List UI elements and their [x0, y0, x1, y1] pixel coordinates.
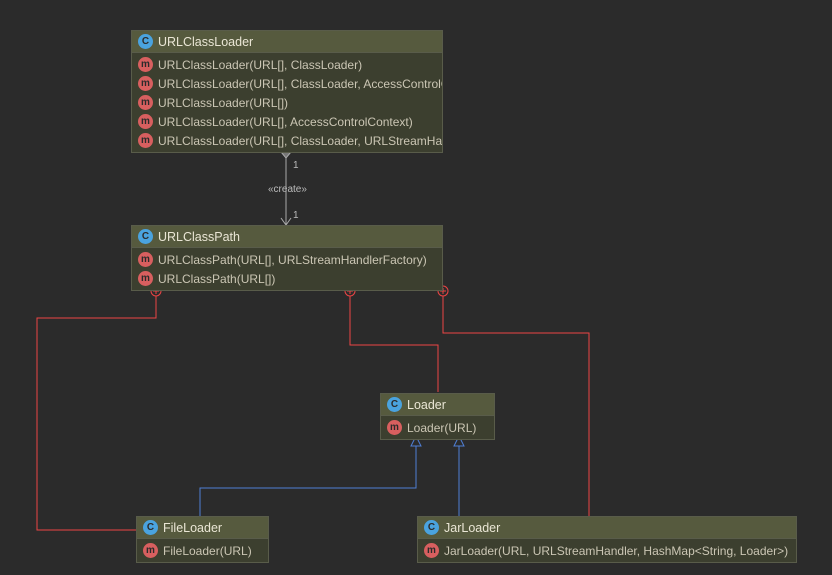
class-header: C JarLoader — [418, 517, 796, 539]
member-label: URLClassLoader(URL[], ClassLoader, URLSt… — [158, 134, 442, 148]
member-row[interactable]: m URLClassLoader(URL[], ClassLoader) — [132, 55, 442, 74]
class-loader[interactable]: C Loader m Loader(URL) — [380, 393, 495, 440]
class-name: FileLoader — [163, 521, 222, 535]
member-label: URLClassPath(URL[], URLStreamHandlerFact… — [158, 253, 427, 267]
method-icon: m — [138, 271, 153, 286]
member-row[interactable]: m URLClassLoader(URL[], ClassLoader, URLS… — [132, 131, 442, 150]
class-icon: C — [387, 397, 402, 412]
member-label: URLClassLoader(URL[]) — [158, 96, 288, 110]
member-label: URLClassLoader(URL[], ClassLoader, Acces… — [158, 77, 442, 91]
method-icon: m — [138, 133, 153, 148]
class-icon: C — [138, 34, 153, 49]
class-name: URLClassLoader — [158, 35, 253, 49]
class-header: C URLClassPath — [132, 226, 442, 248]
method-icon: m — [138, 114, 153, 129]
class-file-loader[interactable]: C FileLoader m FileLoader(URL) — [136, 516, 269, 563]
create-label: «create» — [268, 184, 307, 195]
member-row[interactable]: m URLClassLoader(URL[], ClassLoader, Acce… — [132, 74, 442, 93]
method-icon: m — [138, 252, 153, 267]
member-row[interactable]: m URLClassPath(URL[]) — [132, 269, 442, 288]
class-name: URLClassPath — [158, 230, 240, 244]
member-row[interactable]: m JarLoader(URL, URLStreamHandler, HashMa… — [418, 541, 796, 560]
method-icon: m — [143, 543, 158, 558]
class-header: C Loader — [381, 394, 494, 416]
class-icon: C — [138, 229, 153, 244]
member-row[interactable]: m URLClassLoader(URL[], AccessControlCont… — [132, 112, 442, 131]
member-label: FileLoader(URL) — [163, 544, 252, 558]
method-icon: m — [424, 543, 439, 558]
member-row[interactable]: m URLClassPath(URL[], URLStreamHandlerFac… — [132, 250, 442, 269]
method-icon: m — [138, 95, 153, 110]
class-name: Loader — [407, 398, 446, 412]
class-name: JarLoader — [444, 521, 500, 535]
class-header: C FileLoader — [137, 517, 268, 539]
class-members: m Loader(URL) — [381, 416, 494, 439]
method-icon: m — [387, 420, 402, 435]
class-header: C URLClassLoader — [132, 31, 442, 53]
member-label: URLClassLoader(URL[], AccessControlConte… — [158, 115, 413, 129]
class-url-class-loader[interactable]: C URLClassLoader m URLClassLoader(URL[], … — [131, 30, 443, 153]
class-jar-loader[interactable]: C JarLoader m JarLoader(URL, URLStreamHan… — [417, 516, 797, 563]
class-members: m URLClassLoader(URL[], ClassLoader) m URL… — [132, 53, 442, 152]
class-icon: C — [143, 520, 158, 535]
method-icon: m — [138, 57, 153, 72]
member-label: URLClassLoader(URL[], ClassLoader) — [158, 58, 362, 72]
class-members: m JarLoader(URL, URLStreamHandler, HashMa… — [418, 539, 796, 562]
class-members: m FileLoader(URL) — [137, 539, 268, 562]
class-url-class-path[interactable]: C URLClassPath m URLClassPath(URL[], URLS… — [131, 225, 443, 291]
multiplicity-bottom: 1 — [293, 210, 299, 221]
method-icon: m — [138, 76, 153, 91]
member-row[interactable]: m URLClassLoader(URL[]) — [132, 93, 442, 112]
class-icon: C — [424, 520, 439, 535]
member-row[interactable]: m FileLoader(URL) — [137, 541, 268, 560]
member-row[interactable]: m Loader(URL) — [381, 418, 494, 437]
member-label: Loader(URL) — [407, 421, 476, 435]
member-label: URLClassPath(URL[]) — [158, 272, 275, 286]
class-members: m URLClassPath(URL[], URLStreamHandlerFac… — [132, 248, 442, 290]
multiplicity-top: 1 — [293, 160, 299, 171]
member-label: JarLoader(URL, URLStreamHandler, HashMap… — [444, 544, 788, 558]
